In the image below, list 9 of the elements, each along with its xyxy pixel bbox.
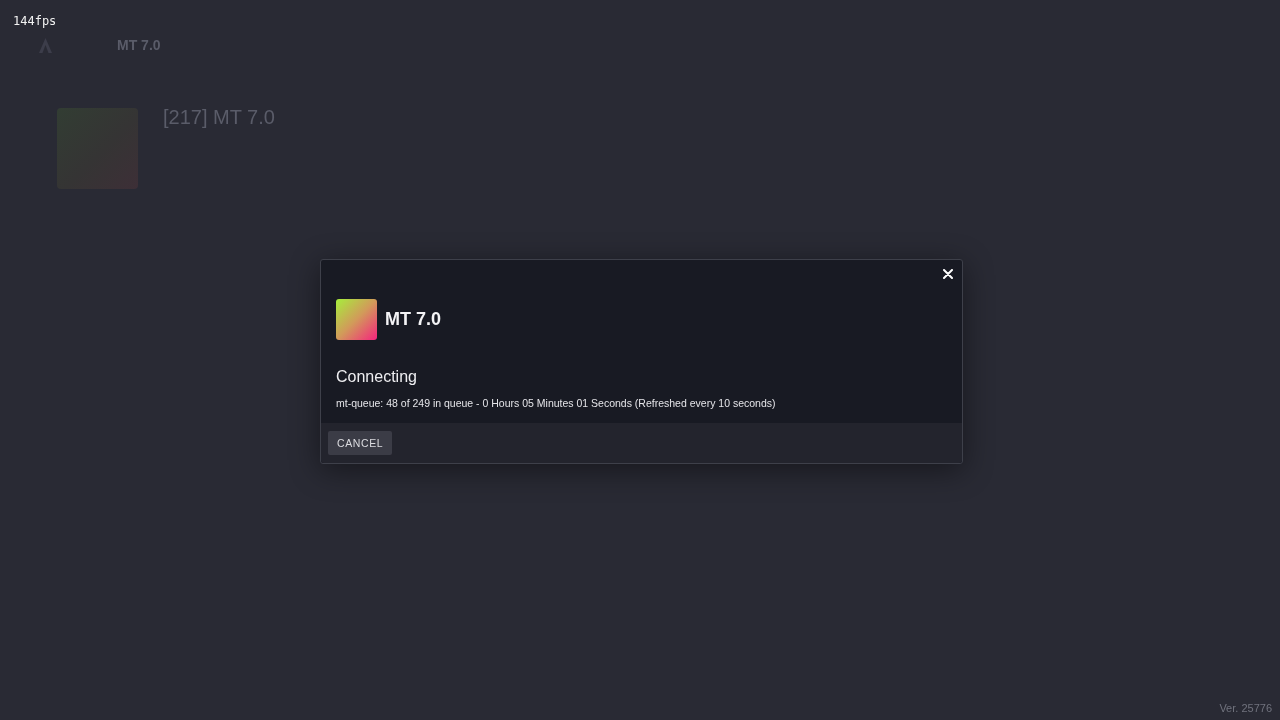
queue-message: mt-queue: 48 of 249 in queue - 0 Hours 05 Minutes 01 Seconds (Refreshed every 10 seconds) (336, 395, 776, 410)
close-button[interactable] (941, 266, 955, 281)
server-icon (336, 298, 377, 340)
status-title: Connecting (336, 366, 417, 387)
server-name: MT 7.0 (385, 308, 441, 330)
version-label: Ver. 25776 (1219, 701, 1272, 715)
fps-counter: 144fps (13, 13, 57, 29)
cancel-button[interactable]: CANCEL (328, 430, 393, 455)
close-icon (943, 268, 953, 279)
